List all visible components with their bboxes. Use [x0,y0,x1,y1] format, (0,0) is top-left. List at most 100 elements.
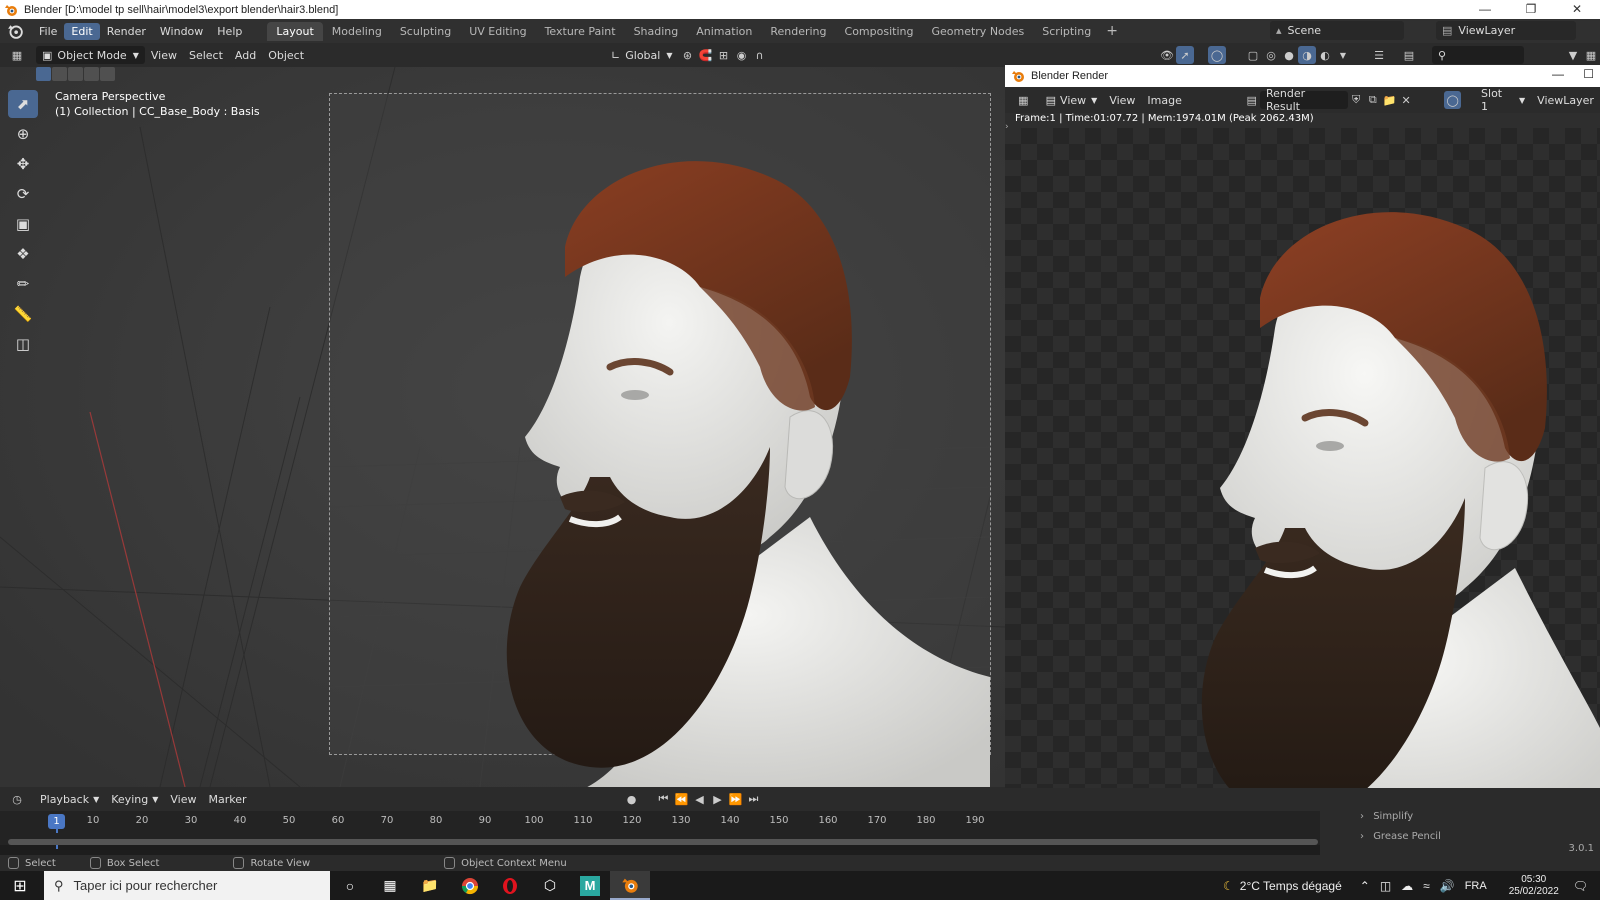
next-keyframe-icon[interactable]: ⏩ [727,790,745,808]
filter-icon[interactable]: ▼ [1564,46,1582,64]
render-minimize-button[interactable]: — [1552,67,1564,81]
tab-compositing[interactable]: Compositing [836,22,923,41]
select-extend-icon[interactable] [52,67,67,81]
mode-dropdown[interactable]: ▣ Object Mode ▼ [36,46,145,64]
falloff-icon[interactable]: ∩ [751,46,769,64]
notifications-icon[interactable]: 🗨 [1573,879,1588,893]
current-frame-marker[interactable]: 1 [48,814,65,829]
gizmo-icon[interactable]: ➚ [1176,46,1194,64]
blender-menu-icon[interactable] [4,23,26,39]
tab-uv-editing[interactable]: UV Editing [460,22,535,41]
jump-end-icon[interactable]: ⏭ [745,790,763,808]
timeline-menu-playback[interactable]: Playback ▼ [34,790,105,808]
auto-keying-record-icon[interactable]: ● [623,790,641,808]
minimize-button[interactable]: — [1462,0,1508,19]
3d-viewport[interactable] [0,67,1005,787]
scale-tool-icon[interactable]: ▣ [8,210,38,238]
header-menu-add[interactable]: Add [229,46,262,64]
orientation-dropdown[interactable]: ∟ Global ▼ [605,46,678,64]
outliner-filter-icon[interactable]: ☰ [1370,46,1388,64]
new-image-icon[interactable]: ⧉ [1364,91,1381,109]
view-layer-selector[interactable]: ▤ ViewLayer [1436,21,1576,40]
select-new-icon[interactable] [36,67,51,81]
header-menu-view[interactable]: View [145,46,183,64]
play-icon[interactable]: ▶ [709,790,727,808]
measure-tool-icon[interactable]: 📏 [8,300,38,328]
render-result-canvas[interactable] [1005,128,1600,788]
chrome-icon[interactable] [450,871,490,900]
render-slot-dropdown[interactable]: Slot 1 ▼ [1475,87,1531,113]
tray-chevron-up-icon[interactable]: ⌃ [1360,879,1370,893]
header-menu-object[interactable]: Object [262,46,310,64]
proportional-edit-icon[interactable]: ◉ [733,46,751,64]
menu-edit[interactable]: Edit [64,22,100,40]
timeline-ruler[interactable]: 1 10 20 30 40 50 60 70 80 90 100 110 120… [0,811,1320,849]
timeline-scrollbar[interactable] [8,839,1318,845]
clock[interactable]: 05:30 25/02/2022 [1509,874,1559,898]
tab-shading[interactable]: Shading [625,22,688,41]
material-shading-icon[interactable]: ◑ [1298,46,1316,64]
windows-start-icon[interactable]: ⊞ [0,871,40,900]
solid-shading-icon[interactable]: ● [1280,46,1298,64]
menu-window[interactable]: Window [153,23,210,40]
timeline-menu-marker[interactable]: Marker [202,790,252,808]
render-view-layer-dropdown[interactable]: ViewLayer [1531,91,1600,109]
select-subtract-icon[interactable] [68,67,83,81]
prev-keyframe-icon[interactable]: ⏪ [673,790,691,808]
opera-icon[interactable] [490,871,530,900]
3d-viewer-icon[interactable]: ⬡ [530,871,570,900]
unlink-image-close-icon[interactable]: ✕ [1398,91,1415,109]
timeline-menu-view[interactable]: View [164,790,202,808]
select-invert-icon[interactable] [84,67,99,81]
snap-target-icon[interactable]: ⊞ [715,46,733,64]
add-cube-tool-icon[interactable]: ◫ [8,330,38,358]
move-tool-icon[interactable]: ✥ [8,150,38,178]
add-workspace-button[interactable]: + [1100,23,1124,39]
tab-geometry-nodes[interactable]: Geometry Nodes [922,22,1033,41]
header-menu-select[interactable]: Select [183,46,229,64]
panel-grease-pencil[interactable]: › Grease Pencil [1360,831,1441,842]
task-view-icon[interactable]: ▦ [370,871,410,900]
timeline-menu-keying[interactable]: Keying ▼ [105,790,164,808]
cursor-tool-icon[interactable]: ⊕ [8,120,38,148]
display-mode-icon[interactable]: ▤ [1400,46,1418,64]
language-indicator[interactable]: FRA [1465,880,1487,892]
file-explorer-icon[interactable]: 📁 [410,871,450,900]
play-reverse-icon[interactable]: ◀ [691,790,709,808]
render-maximize-button[interactable]: ☐ [1583,67,1594,81]
snap-icon[interactable]: 🧲 [697,46,715,64]
cortana-icon[interactable]: ○ [330,871,370,900]
network-icon[interactable]: ☁ [1401,879,1413,893]
new-collection-icon[interactable]: ▦ [1582,46,1600,64]
shading-options-icon[interactable]: ▼ [1334,46,1352,64]
tab-modeling[interactable]: Modeling [323,22,391,41]
menu-render[interactable]: Render [100,23,153,40]
tab-sculpting[interactable]: Sculpting [391,22,460,41]
taskbar-search-input[interactable]: ⚲ Taper ici pour rechercher [44,871,330,900]
open-image-folder-icon[interactable]: 📁 [1381,91,1398,109]
image-editor-type-icon[interactable]: ▦ [1015,91,1032,109]
outliner-search-input[interactable]: ⚲ [1432,46,1524,64]
annotate-tool-icon[interactable]: ✏ [8,270,38,298]
tab-rendering[interactable]: Rendering [761,22,835,41]
image-view-mode-dropdown[interactable]: ▤ View ▼ [1040,91,1104,109]
pivot-icon[interactable]: ⊛ [679,46,697,64]
wifi-icon[interactable]: ≈ [1423,879,1430,893]
image-menu-image[interactable]: Image [1141,91,1187,109]
tab-scripting[interactable]: Scripting [1033,22,1100,41]
restore-button[interactable]: ❐ [1508,0,1554,19]
selection-mode-buttons[interactable] [36,67,115,83]
image-browse-icon[interactable]: ▤ [1243,91,1260,109]
fake-user-shield-icon[interactable]: ⛨ [1348,91,1365,109]
editor-type-icon[interactable]: ▦ [8,46,26,64]
tab-animation[interactable]: Animation [687,22,761,41]
select-intersect-icon[interactable] [100,67,115,81]
image-menu-view[interactable]: View [1103,91,1141,109]
tab-texture-paint[interactable]: Texture Paint [536,22,625,41]
rotate-tool-icon[interactable]: ⟳ [8,180,38,208]
jump-start-icon[interactable]: ⏮ [655,790,673,808]
rendered-shading-icon[interactable]: ◐ [1316,46,1334,64]
xray-icon[interactable]: ▢ [1244,46,1262,64]
menu-help[interactable]: Help [210,23,249,40]
weather-label[interactable]: 2°C Temps dégagé [1240,879,1342,893]
